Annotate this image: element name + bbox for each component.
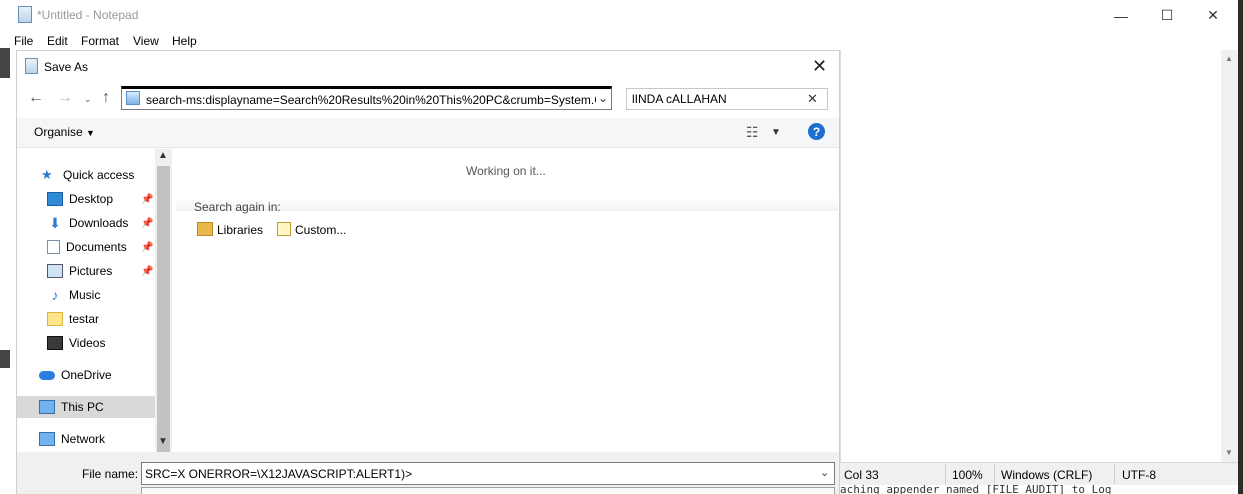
videos-icon xyxy=(47,336,63,350)
close-button[interactable]: ✕ xyxy=(1190,0,1236,31)
address-chevron-icon[interactable]: ⌄ xyxy=(598,91,608,105)
nav-documents[interactable]: Documents xyxy=(47,236,127,258)
clear-search-icon[interactable]: ✕ xyxy=(807,91,818,107)
pin-icon[interactable]: 📌 xyxy=(141,218,153,229)
nav-music[interactable]: ♪ Music xyxy=(47,284,101,306)
file-name-dropdown-icon[interactable]: ⌄ xyxy=(820,466,829,479)
nav-onedrive[interactable]: OneDrive xyxy=(39,364,112,386)
nav-scroll-thumb[interactable] xyxy=(157,166,170,455)
working-status: Working on it... xyxy=(466,164,546,178)
scroll-down-icon[interactable]: ▼ xyxy=(158,436,168,447)
chevron-down-icon: ▼ xyxy=(86,128,95,138)
command-bar xyxy=(17,118,839,148)
nav-videos[interactable]: Videos xyxy=(47,332,105,354)
dialog-title: Save As xyxy=(44,60,89,74)
notepad-icon xyxy=(18,6,32,23)
view-options-icon[interactable]: ☷ xyxy=(746,124,759,141)
window-edge xyxy=(0,48,10,78)
menu-edit[interactable]: Edit xyxy=(47,34,68,48)
pictures-icon xyxy=(47,264,63,278)
pin-icon[interactable]: 📌 xyxy=(141,242,153,253)
nav-label: Pictures xyxy=(69,264,113,278)
notepad-vertical-scrollbar[interactable]: ▲ ▼ xyxy=(1221,50,1238,462)
nav-network[interactable]: Network xyxy=(39,428,105,450)
notepad-titlebar xyxy=(0,0,1243,31)
status-divider xyxy=(1114,464,1115,484)
status-divider xyxy=(994,464,995,484)
status-encoding: UTF-8 xyxy=(1122,468,1156,482)
scroll-up-icon[interactable]: ▲ xyxy=(158,150,168,161)
address-text[interactable]: search-ms:displayname=Search%20Results%2… xyxy=(146,93,596,107)
nav-label: Network xyxy=(61,432,106,446)
nav-label: testar xyxy=(69,312,100,326)
status-line-ending: Windows (CRLF) xyxy=(1001,468,1093,482)
dialog-icon xyxy=(25,58,38,74)
pin-icon[interactable]: 📌 xyxy=(141,194,153,205)
up-arrow-icon[interactable]: ↑ xyxy=(102,89,110,107)
organise-button[interactable]: Organise ▼ xyxy=(34,125,95,139)
menu-format[interactable]: Format xyxy=(81,34,119,48)
file-name-value[interactable]: SRC=X ONERROR=\X12JAVASCRIPT:ALERT1)> xyxy=(145,467,412,481)
search-again-label: Search again in: xyxy=(194,200,281,214)
help-icon[interactable]: ? xyxy=(808,123,825,140)
search-custom-link[interactable]: Custom... xyxy=(295,223,346,237)
recent-locations-chevron-icon[interactable]: ⌄ xyxy=(84,94,92,105)
dialog-close-icon[interactable]: ✕ xyxy=(812,56,827,77)
notepad-text-area[interactable] xyxy=(840,50,1221,462)
nav-this-pc[interactable]: This PC xyxy=(39,396,104,418)
nav-label: Downloads xyxy=(69,216,129,230)
cloud-icon xyxy=(39,370,55,380)
menu-view[interactable]: View xyxy=(133,34,159,48)
nav-label: Desktop xyxy=(69,192,114,206)
status-zoom: 100% xyxy=(952,468,983,482)
menu-help[interactable]: Help xyxy=(172,34,197,48)
download-arrow-icon: ⬇ xyxy=(49,215,61,231)
minimize-button[interactable]: — xyxy=(1098,0,1144,31)
nav-label: Videos xyxy=(69,336,106,350)
search-input-value[interactable]: lINDA cALLAHAN xyxy=(632,92,727,106)
maximize-button[interactable]: ☐ xyxy=(1144,0,1190,31)
organise-label: Organise xyxy=(34,125,83,139)
nav-label: Music xyxy=(69,288,101,302)
nav-quick-access[interactable]: ★ Quick access xyxy=(41,164,134,186)
chevron-down-icon[interactable]: ▼ xyxy=(771,127,781,138)
nav-desktop[interactable]: Desktop xyxy=(47,188,113,210)
notepad-title: *Untitled - Notepad xyxy=(37,8,139,22)
window-edge xyxy=(1238,0,1243,494)
nav-label: This PC xyxy=(61,400,104,414)
scroll-up-icon[interactable]: ▲ xyxy=(1225,54,1233,63)
nav-label: OneDrive xyxy=(61,368,112,382)
menu-file[interactable]: File xyxy=(14,34,33,48)
desktop-icon xyxy=(47,192,63,206)
nav-testar[interactable]: testar xyxy=(47,308,99,330)
scroll-down-icon[interactable]: ▼ xyxy=(1225,448,1233,457)
documents-icon xyxy=(47,240,60,254)
nav-pictures[interactable]: Pictures xyxy=(47,260,112,282)
nav-label: Documents xyxy=(66,240,127,254)
libraries-icon[interactable] xyxy=(197,222,213,236)
star-icon: ★ xyxy=(41,167,53,182)
file-name-label: File name: xyxy=(82,467,139,481)
status-position: Col 33 xyxy=(844,468,879,482)
background-window-text: aching appender named [FILE_AUDIT] to Lo… xyxy=(840,485,1112,494)
status-divider xyxy=(945,464,946,484)
search-results-icon xyxy=(126,91,140,105)
nav-label: Quick access xyxy=(63,168,135,182)
folder-icon xyxy=(47,312,63,326)
window-edge xyxy=(0,350,10,368)
computer-icon xyxy=(39,400,55,414)
back-arrow-icon[interactable]: ← xyxy=(28,89,44,107)
music-note-icon: ♪ xyxy=(51,287,59,303)
network-icon xyxy=(39,432,55,446)
nav-downloads[interactable]: ⬇ Downloads xyxy=(47,212,128,234)
save-as-type-select[interactable] xyxy=(141,487,835,494)
search-libraries-link[interactable]: Libraries xyxy=(217,223,263,237)
pin-icon[interactable]: 📌 xyxy=(141,266,153,277)
custom-icon[interactable] xyxy=(277,222,291,236)
forward-arrow-icon[interactable]: → xyxy=(57,89,73,107)
